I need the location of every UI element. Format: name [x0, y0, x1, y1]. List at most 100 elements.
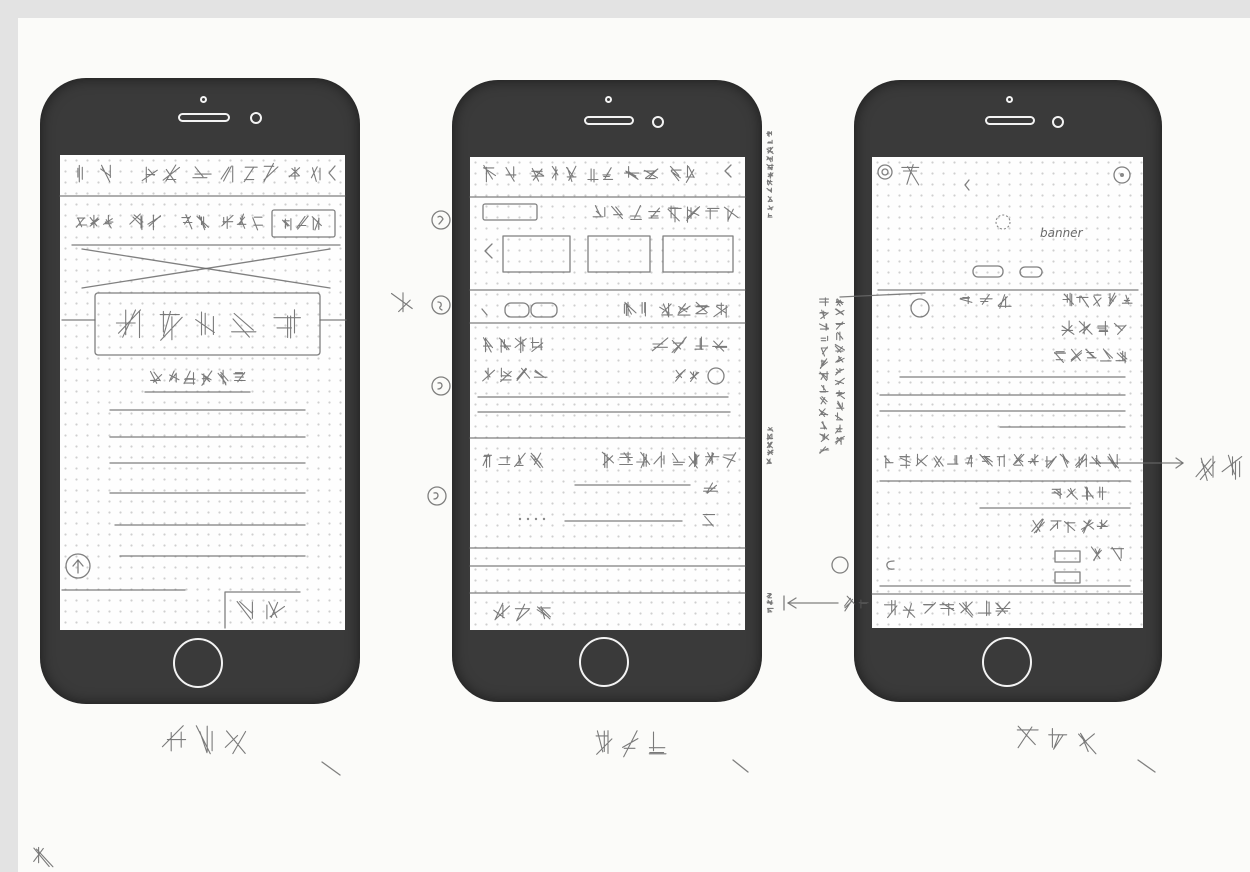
button-placeholder	[271, 209, 336, 238]
bottom-tab-box	[224, 591, 301, 629]
pencil-tick-mark	[321, 761, 341, 776]
pencil-tick-mark	[1137, 759, 1156, 773]
circled-marker-mark	[433, 492, 439, 500]
sketch-overlay: banner	[33, 130, 1243, 868]
pencil-tick-mark	[732, 759, 749, 773]
handwritten-scribble	[1051, 486, 1107, 501]
handwritten-scribble	[1031, 518, 1108, 534]
handwritten-scribble	[221, 213, 264, 231]
circled-marker	[431, 210, 451, 230]
circled-marker	[427, 486, 447, 506]
circled-marker	[831, 556, 849, 574]
handwritten-scribble	[129, 213, 162, 231]
handwritten-scribble	[281, 215, 322, 231]
image-placeholder	[587, 235, 651, 273]
handwritten-scribble	[1062, 292, 1133, 308]
pill-placeholder	[504, 302, 530, 318]
handwritten-scribble	[236, 600, 286, 620]
circle-icon-dot	[1120, 173, 1124, 177]
checkbox-placeholder	[1054, 550, 1081, 563]
handwritten-scribble	[493, 602, 551, 622]
ellipsis-dot	[542, 517, 546, 521]
circled-marker-mark	[437, 382, 443, 390]
handwritten-scribble	[883, 599, 1011, 619]
handwritten-scribble	[702, 514, 716, 527]
ellipsis-dot	[518, 517, 522, 521]
tag-box	[482, 203, 538, 221]
pagination-dot	[1019, 266, 1043, 278]
handwritten-scribble	[766, 427, 774, 465]
annotation-pointer	[839, 292, 926, 298]
handwritten-scribble	[482, 336, 544, 354]
handwritten-scribble	[651, 336, 728, 354]
ellipsis-dot	[526, 517, 530, 521]
handwritten-scribble	[623, 301, 728, 318]
handwritten-scribble	[482, 164, 517, 183]
circled-marker-mark	[437, 215, 444, 225]
ellipsis-dot	[534, 517, 538, 521]
handwritten-scribble	[77, 164, 112, 183]
pill-placeholder	[530, 302, 558, 318]
handwritten-scribble	[843, 595, 869, 612]
handwritten-scribble	[601, 451, 737, 469]
handwritten-scribble	[243, 162, 279, 183]
handwritten-scribble	[1016, 725, 1097, 755]
chevron-left-icon	[964, 179, 970, 191]
handwritten-scribble	[33, 846, 54, 868]
handwritten-scribble	[1195, 454, 1243, 482]
circle-icon	[877, 164, 893, 180]
handwritten-scribble	[959, 294, 1012, 309]
pagination-dot	[972, 265, 1004, 278]
handwritten-scribble	[592, 205, 739, 223]
banner-label: banner	[1040, 226, 1084, 240]
phone-2-wireframe	[469, 164, 746, 594]
handwritten-scribble	[192, 165, 234, 183]
chevron-left-icon	[328, 165, 336, 181]
circle-icon-inner	[881, 168, 889, 176]
handwritten-scribble	[531, 165, 577, 183]
small-arc-mark	[886, 560, 895, 570]
image-placeholder	[662, 235, 734, 273]
handwritten-scribble	[482, 367, 548, 383]
handwritten-scribble	[669, 165, 695, 183]
up-arrow-circle-icon	[65, 553, 91, 579]
handwritten-scribble	[141, 164, 181, 183]
handwritten-scribble	[390, 292, 413, 313]
handwritten-scribble	[75, 214, 114, 229]
handwritten-scribble	[818, 297, 830, 454]
handwritten-scribble	[1054, 348, 1128, 364]
handwritten-scribble	[834, 298, 846, 445]
handwritten-notes	[33, 130, 1243, 868]
handwritten-scribble	[766, 130, 774, 218]
handwritten-scribble	[181, 214, 209, 231]
image-placeholder	[502, 235, 571, 273]
handwritten-scribble	[901, 164, 920, 186]
handwritten-scribble	[1061, 320, 1127, 336]
circled-marker	[431, 376, 451, 396]
handwritten-scribble	[595, 730, 667, 758]
handwritten-scribble	[149, 369, 246, 386]
handwritten-scribble	[674, 369, 700, 382]
handwritten-scribble	[703, 482, 718, 494]
handwritten-scribble	[482, 452, 544, 469]
phone-1-wireframe	[59, 165, 347, 629]
handwritten-scribble	[587, 167, 614, 183]
phone-3-wireframe: banner	[839, 164, 1184, 595]
banner-marker-icon	[995, 214, 1011, 230]
circle-icon	[707, 367, 725, 385]
scanned-sketch-page: banner	[0, 0, 1250, 872]
circled-marker-mark	[437, 301, 443, 311]
handwritten-scribble	[624, 166, 659, 180]
handwritten-scribble	[115, 309, 301, 341]
chevron-left-icon	[484, 243, 493, 259]
bullet-mark	[481, 308, 488, 316]
handwritten-scribble	[288, 166, 321, 182]
handwritten-scribble	[1090, 546, 1125, 562]
handwritten-scribble	[161, 725, 247, 755]
avatar-icon	[910, 298, 930, 318]
handwritten-scribble	[766, 592, 774, 614]
margin-annotations	[321, 210, 1156, 776]
checkbox-placeholder	[1054, 571, 1081, 584]
handwritten-scribble	[883, 453, 1120, 469]
chevron-left-icon	[724, 164, 732, 178]
